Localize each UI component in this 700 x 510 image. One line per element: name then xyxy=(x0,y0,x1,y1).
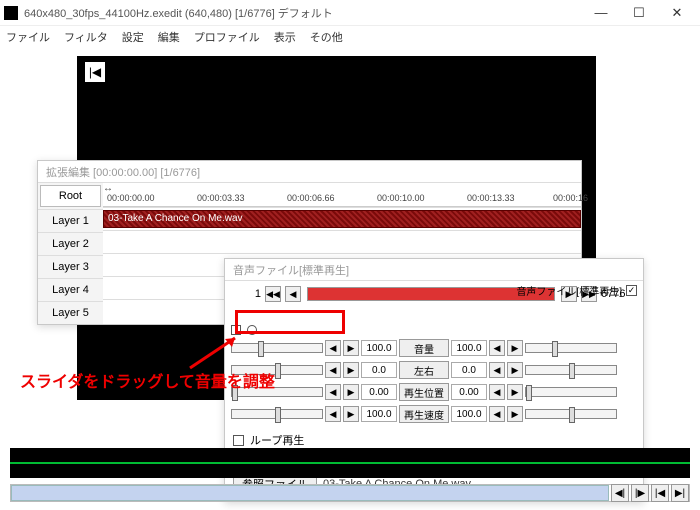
ruler-tick: 00:00:10.00 xyxy=(377,193,425,203)
layer-label[interactable]: Layer 2 xyxy=(38,232,103,255)
dec-button[interactable]: ◀ xyxy=(325,362,341,378)
annotation-arrow-icon xyxy=(185,333,245,373)
speed-slider-right[interactable] xyxy=(525,409,617,419)
dec-button[interactable]: ◀ xyxy=(489,384,505,400)
layer-label[interactable]: Layer 3 xyxy=(38,255,103,278)
inc-button[interactable]: ▶ xyxy=(507,362,523,378)
layer-label[interactable]: Layer 5 xyxy=(38,301,103,324)
menu-view[interactable]: 表示 xyxy=(274,29,296,45)
speed-value-left[interactable]: 100.0 xyxy=(361,406,397,422)
prop-row-volume: ◀ ▶ 100.0 音量 100.0 ◀ ▶ xyxy=(231,337,637,359)
seek-start-button[interactable]: ◀◀ xyxy=(265,286,281,302)
ruler-tick: 00:00:16 xyxy=(553,193,588,203)
audio-panel-title[interactable]: 音声ファイル[標準再生] xyxy=(225,259,643,281)
audio-clip[interactable]: 03-Take A Chance On Me.wav xyxy=(103,210,581,228)
ruler-tick: 00:00:06.66 xyxy=(287,193,335,203)
menu-profile[interactable]: プロファイル xyxy=(194,29,260,45)
track-row[interactable] xyxy=(103,230,581,253)
prop-row-pan: ◀ ▶ 0.0 左右 0.0 ◀ ▶ xyxy=(231,359,637,381)
prop-label-pos[interactable]: 再生位置 xyxy=(399,383,449,401)
ruler-tick: 00:00:03.33 xyxy=(197,193,245,203)
section-enable-checkbox[interactable]: ✓ xyxy=(626,285,637,296)
dec-button[interactable]: ◀ xyxy=(489,362,505,378)
menu-file[interactable]: ファイル xyxy=(6,29,50,45)
loop-label: ループ再生 xyxy=(250,432,304,448)
go-start-button[interactable]: |◀ xyxy=(85,62,105,82)
prop-label-speed[interactable]: 再生速度 xyxy=(399,405,449,423)
pos-value-right[interactable]: 0.00 xyxy=(451,384,487,400)
root-button[interactable]: Root xyxy=(40,185,101,207)
inc-button[interactable]: ▶ xyxy=(507,406,523,422)
inc-button[interactable]: ▶ xyxy=(343,340,359,356)
scrollbar[interactable] xyxy=(11,485,609,501)
volume-slider-right[interactable] xyxy=(525,343,617,353)
inc-button[interactable]: ▶ xyxy=(343,406,359,422)
layer-label[interactable]: Layer 1 xyxy=(38,209,103,232)
maximize-button[interactable]: ☐ xyxy=(620,0,658,26)
annotation-highlight xyxy=(235,310,345,334)
inc-button[interactable]: ▶ xyxy=(507,384,523,400)
pos-value-left[interactable]: 0.00 xyxy=(361,384,397,400)
menu-settings[interactable]: 設定 xyxy=(122,29,144,45)
transport-row: ◀| |▶ |◀ ▶| xyxy=(10,484,690,502)
section-label: 音声ファイル[標準再生] xyxy=(516,283,622,298)
inc-button[interactable]: ▶ xyxy=(507,340,523,356)
speed-value-right[interactable]: 100.0 xyxy=(451,406,487,422)
seek-prev-button[interactable]: ◀ xyxy=(285,286,301,302)
ruler-tick: 00:00:13.33 xyxy=(467,193,515,203)
minimize-button[interactable]: — xyxy=(582,0,620,26)
go-start-button[interactable]: |◀ xyxy=(651,484,669,502)
speed-slider-left[interactable] xyxy=(231,409,323,419)
menu-filter[interactable]: フィルタ xyxy=(64,29,108,45)
pan-value-right[interactable]: 0.0 xyxy=(451,362,487,378)
volume-value-left[interactable]: 100.0 xyxy=(361,340,397,356)
annotation-text: スライダをドラッグして音量を調整 xyxy=(20,368,275,392)
go-end-button[interactable]: ▶| xyxy=(671,484,689,502)
pan-slider-right[interactable] xyxy=(525,365,617,375)
waveform-strip[interactable] xyxy=(10,448,690,478)
menubar: ファイル フィルタ 設定 編集 プロファイル 表示 その他 xyxy=(0,26,700,48)
dec-button[interactable]: ◀ xyxy=(489,406,505,422)
loop-checkbox[interactable] xyxy=(233,435,244,446)
close-button[interactable]: ✕ xyxy=(658,0,696,26)
section-header: 音声ファイル[標準再生] ✓ xyxy=(516,283,637,298)
prev-frame-button[interactable]: ◀| xyxy=(611,484,629,502)
timeline-ruler[interactable]: ↔ 00:00:00.00 00:00:03.33 00:00:06.66 00… xyxy=(103,183,581,207)
titlebar: 640x480_30fps_44100Hz.exedit (640,480) [… xyxy=(0,0,700,26)
inc-button[interactable]: ▶ xyxy=(343,384,359,400)
dec-button[interactable]: ◀ xyxy=(325,406,341,422)
menu-other[interactable]: その他 xyxy=(310,29,343,45)
current-frame: 1 xyxy=(231,288,261,300)
bottom-area: ◀| |▶ |◀ ▶| xyxy=(10,448,690,502)
layer-label[interactable]: Layer 4 xyxy=(38,278,103,301)
timeline-left-col: Root Layer 1 Layer 2 Layer 3 Layer 4 Lay… xyxy=(38,183,103,324)
prop-row-speed: ◀ ▶ 100.0 再生速度 100.0 ◀ ▶ xyxy=(231,403,637,425)
pan-value-left[interactable]: 0.0 xyxy=(361,362,397,378)
inc-button[interactable]: ▶ xyxy=(343,362,359,378)
prop-label-volume[interactable]: 音量 xyxy=(399,339,449,357)
dec-button[interactable]: ◀ xyxy=(489,340,505,356)
app-icon xyxy=(4,6,18,20)
dec-button[interactable]: ◀ xyxy=(325,384,341,400)
pos-slider-right[interactable] xyxy=(525,387,617,397)
menu-edit[interactable]: 編集 xyxy=(158,29,180,45)
track-row[interactable]: 03-Take A Chance On Me.wav xyxy=(103,207,581,230)
prop-row-pos: ◀ ▶ 0.00 再生位置 0.00 ◀ ▶ xyxy=(231,381,637,403)
timeline-title[interactable]: 拡張編集 [00:00:00.00] [1/6776] xyxy=(38,161,581,183)
ruler-tick: 00:00:00.00 xyxy=(107,193,155,203)
dec-button[interactable]: ◀ xyxy=(325,340,341,356)
window-title: 640x480_30fps_44100Hz.exedit (640,480) [… xyxy=(24,5,582,21)
next-frame-button[interactable]: |▶ xyxy=(631,484,649,502)
prop-label-pan[interactable]: 左右 xyxy=(399,361,449,379)
volume-value-right[interactable]: 100.0 xyxy=(451,340,487,356)
